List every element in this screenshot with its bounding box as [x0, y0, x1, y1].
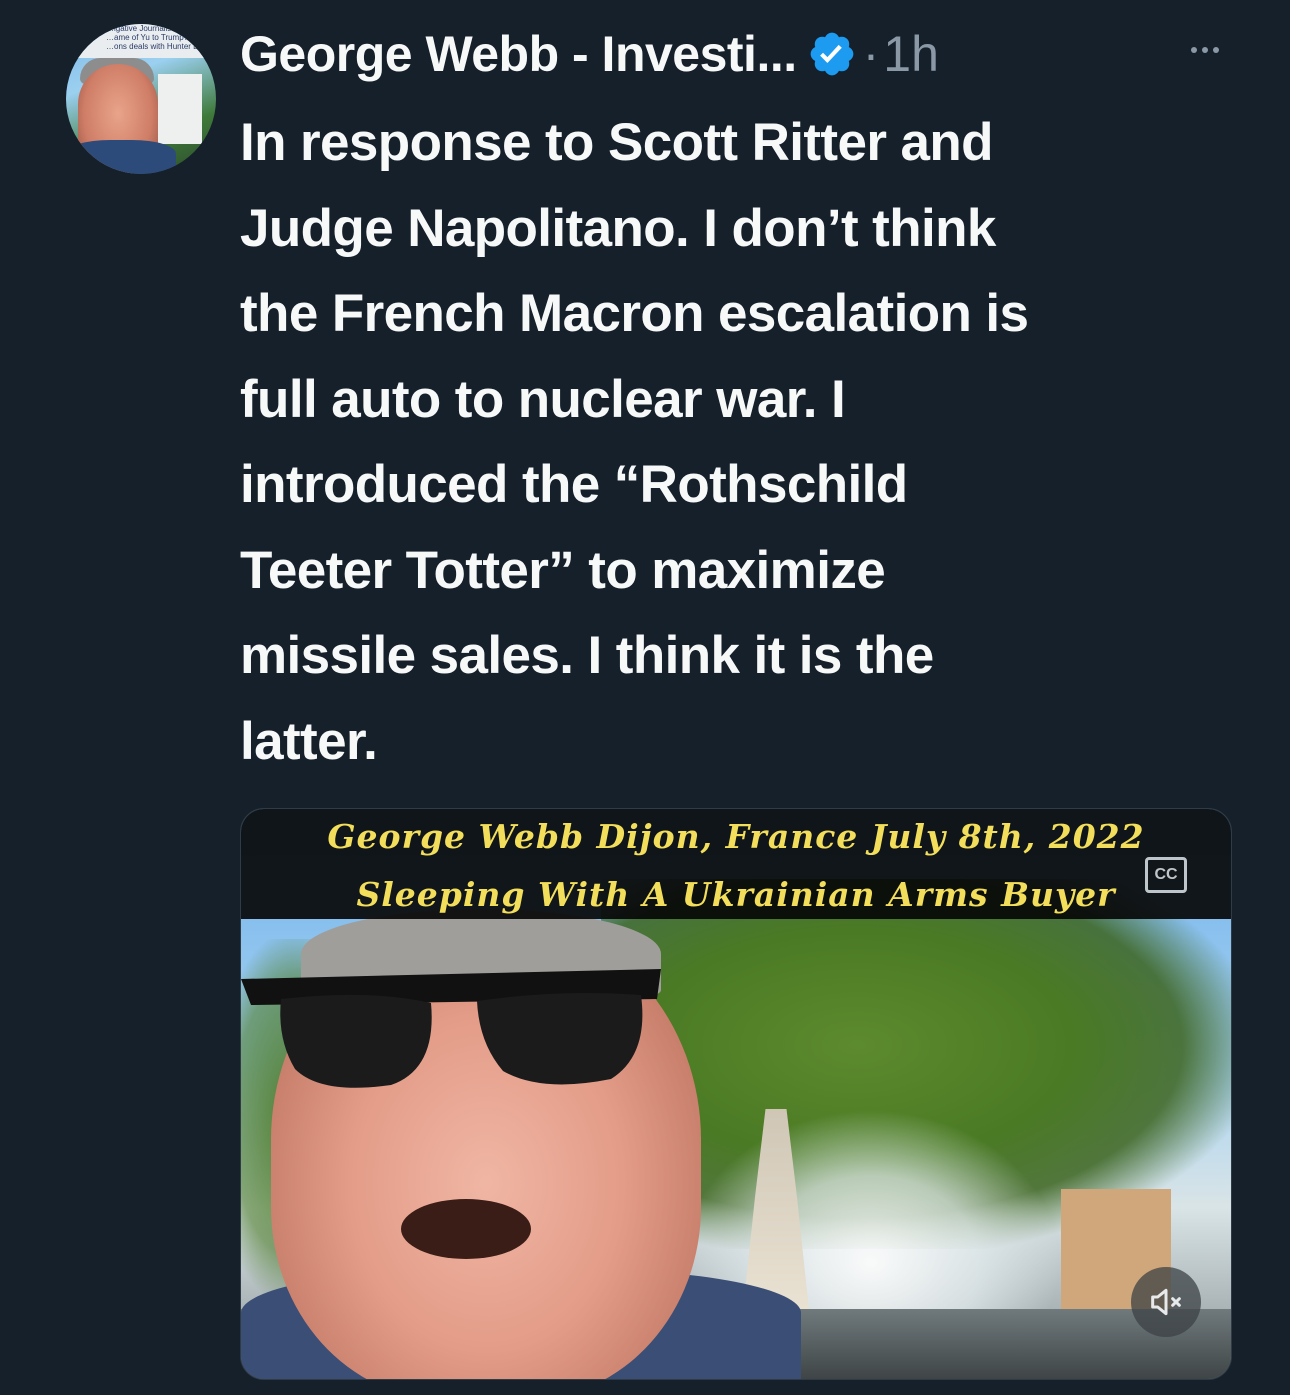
author-name[interactable]: George Webb - Investi...	[240, 25, 797, 83]
more-dot	[1191, 47, 1197, 53]
avatar-caption-line: …ame of Yu to Trump? Didn't he	[106, 33, 216, 42]
tweet-text: In response to Scott Ritter and Judge Na…	[240, 113, 1029, 771]
video-caption-line-1: George Webb Dijon, France July 8th, 2022	[327, 817, 1145, 856]
verified-badge-icon[interactable]	[807, 29, 857, 79]
video-person-sunglasses	[241, 969, 661, 1088]
avatar-caption: …igative Journalist …ame of Yu to Trump?…	[66, 24, 216, 58]
avatar[interactable]: …igative Journalist …ame of Yu to Trump?…	[66, 24, 216, 174]
avatar-caption-line: …ons deals with Hunter Biden with his	[106, 42, 216, 51]
video-person-mouth	[401, 1199, 531, 1259]
mute-button[interactable]	[1131, 1267, 1201, 1337]
avatar-shirt	[66, 140, 176, 174]
tweet-timestamp[interactable]: 1h	[883, 25, 939, 83]
separator-dot: ·	[862, 26, 880, 82]
avatar-caption-line: …igative Journalist	[106, 24, 174, 33]
tweet-header: George Webb - Investi... · 1h	[240, 22, 939, 86]
video-player[interactable]: George Webb Dijon, France July 8th, 2022…	[240, 808, 1232, 1380]
closed-captions-icon[interactable]: CC	[1145, 857, 1187, 893]
more-dots-icon[interactable]	[1180, 30, 1230, 70]
video-caption-line-2: Sleeping With A Ukrainian Arms Buyer	[356, 875, 1116, 914]
avatar-building	[158, 74, 202, 144]
more-dot	[1202, 47, 1208, 53]
muted-speaker-icon	[1151, 1288, 1181, 1316]
more-dot	[1213, 47, 1219, 53]
